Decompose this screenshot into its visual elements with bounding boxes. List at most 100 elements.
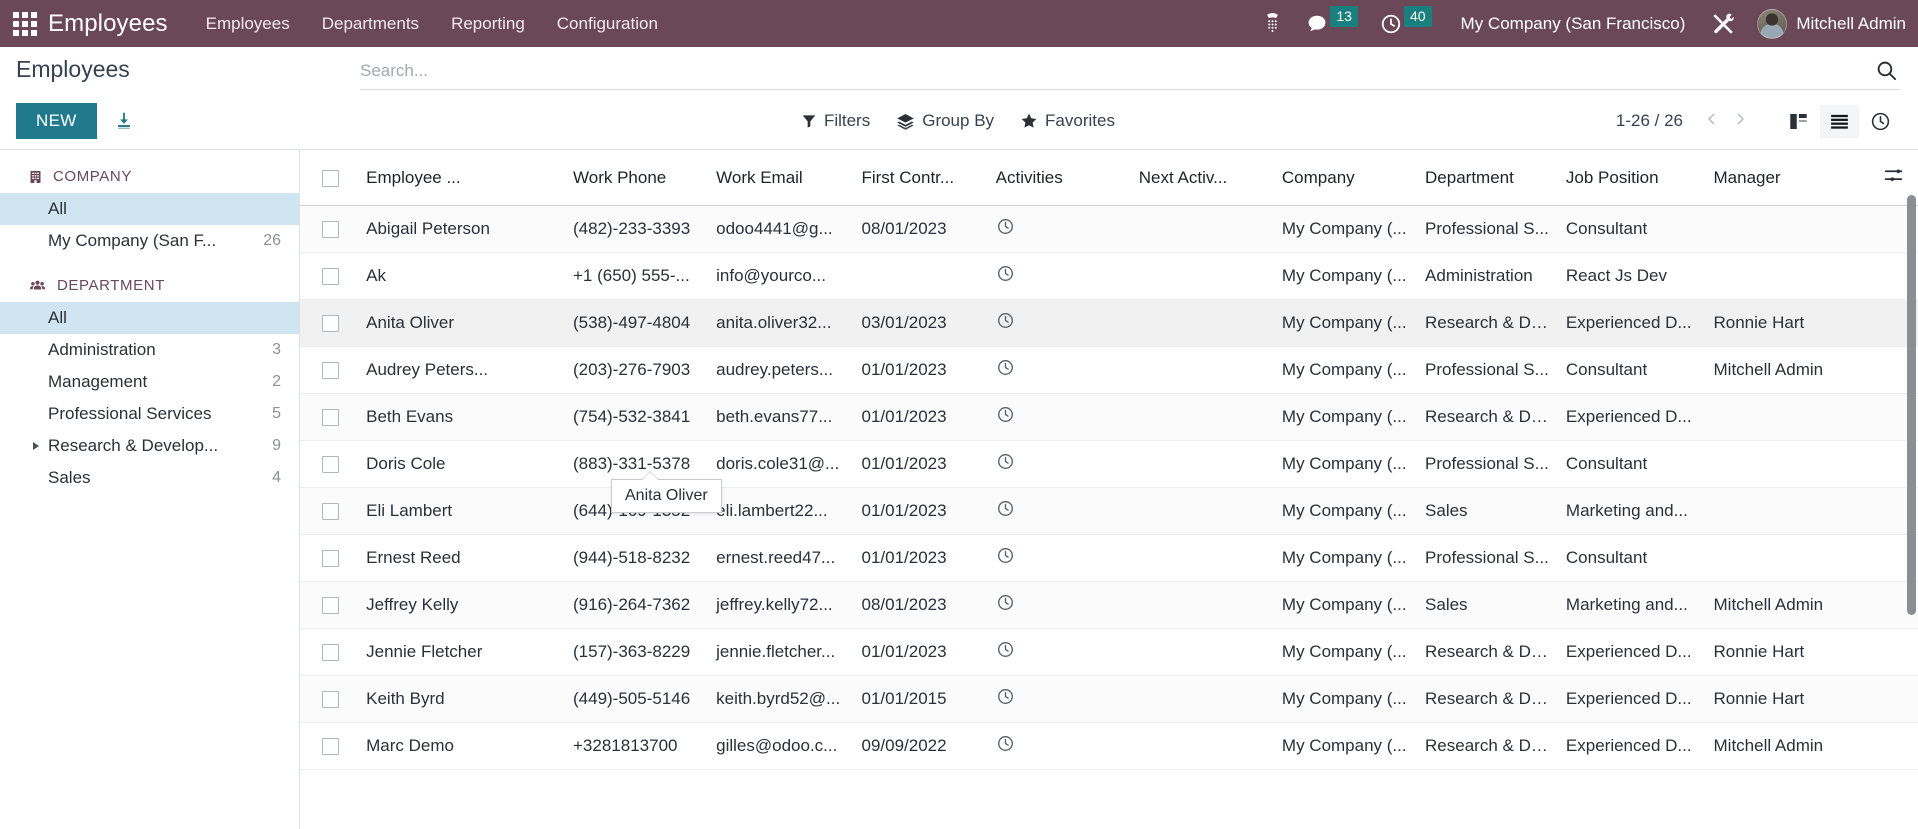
cell-manager[interactable]: Ronnie Hart — [1705, 628, 1874, 676]
cell-job-position[interactable]: Experienced D... — [1557, 393, 1706, 441]
table-row[interactable]: Audrey Peters... (203)-276-7903 audrey.pet… — [300, 346, 1918, 394]
cell-department[interactable]: Research & De... — [1417, 393, 1558, 441]
cell-company[interactable]: My Company (... — [1273, 440, 1418, 488]
row-checkbox[interactable] — [322, 644, 339, 662]
table-row[interactable]: Anita Oliver (538)-497-4804 anita.oliver32… — [300, 299, 1918, 347]
search-input[interactable] — [360, 60, 1865, 81]
cell-company[interactable]: My Company (... — [1273, 628, 1418, 676]
cell-activities[interactable] — [987, 346, 1131, 394]
vertical-scrollbar-thumb[interactable] — [1907, 195, 1916, 615]
cell-work-email[interactable]: anita.oliver32... — [708, 299, 854, 347]
sidebar-item-department-sales[interactable]: Sales 4 — [0, 462, 299, 494]
cell-manager[interactable]: Ronnie Hart — [1705, 675, 1874, 723]
activity-clock-icon[interactable] — [996, 546, 1015, 565]
cell-employee-name[interactable]: Abigail Peterson — [358, 205, 565, 253]
row-checkbox[interactable] — [322, 221, 339, 239]
cell-next-activity[interactable] — [1130, 393, 1274, 441]
cell-first-contract[interactable]: 03/01/2023 — [853, 299, 988, 347]
sidebar-item-company-all[interactable]: All — [0, 193, 299, 225]
cell-department[interactable]: Professional S... — [1417, 440, 1558, 488]
cell-work-phone[interactable]: (916)-264-7362 — [565, 581, 709, 629]
pager-next-button[interactable] — [1728, 109, 1753, 133]
cell-job-position[interactable]: Experienced D... — [1557, 299, 1706, 347]
cell-company[interactable]: My Company (... — [1273, 346, 1418, 394]
cell-work-phone[interactable]: (944)-518-8232 — [565, 534, 709, 582]
cell-first-contract[interactable]: 01/01/2023 — [853, 628, 988, 676]
cell-work-phone[interactable]: (157)-363-8229 — [565, 628, 709, 676]
cell-company[interactable]: My Company (... — [1273, 675, 1418, 723]
cell-next-activity[interactable] — [1130, 675, 1274, 723]
cell-next-activity[interactable] — [1130, 628, 1274, 676]
sidebar-item-department-all[interactable]: All — [0, 302, 299, 334]
select-all-checkbox[interactable] — [322, 170, 339, 188]
cell-department[interactable]: Professional S... — [1417, 534, 1558, 582]
cell-job-position[interactable]: Marketing and... — [1557, 487, 1706, 535]
cell-company[interactable]: My Company (... — [1273, 534, 1418, 582]
cell-next-activity[interactable] — [1130, 440, 1274, 488]
cell-work-phone[interactable]: +3281813700 — [565, 722, 709, 770]
cell-manager[interactable] — [1705, 393, 1874, 441]
cell-employee-name[interactable]: Jennie Fletcher — [358, 628, 565, 676]
cell-next-activity[interactable] — [1130, 581, 1274, 629]
row-checkbox[interactable] — [322, 315, 339, 333]
cell-activities[interactable] — [987, 534, 1131, 582]
cell-company[interactable]: My Company (... — [1273, 299, 1418, 347]
cell-department[interactable]: Research & De... — [1417, 299, 1558, 347]
cell-work-email[interactable]: keith.byrd52@... — [708, 675, 854, 723]
cell-job-position[interactable]: Marketing and... — [1557, 581, 1706, 629]
cell-employee-name[interactable]: Eli Lambert — [358, 487, 565, 535]
activity-clock-icon[interactable] — [996, 217, 1015, 236]
column-header-work-email[interactable]: Work Email — [708, 150, 854, 206]
view-switch-kanban[interactable] — [1779, 105, 1818, 138]
cell-work-phone[interactable]: (203)-276-7903 — [565, 346, 709, 394]
cell-manager[interactable] — [1705, 205, 1874, 253]
cell-activities[interactable] — [987, 393, 1131, 441]
cell-employee-name[interactable]: Marc Demo — [358, 722, 565, 770]
sidebar-item-department-administration[interactable]: Administration 3 — [0, 334, 299, 366]
cell-activities[interactable] — [987, 628, 1131, 676]
cell-activities[interactable] — [987, 581, 1131, 629]
cell-next-activity[interactable] — [1130, 205, 1274, 253]
cell-work-phone[interactable]: (449)-505-5146 — [565, 675, 709, 723]
cell-first-contract[interactable]: 09/09/2022 — [853, 722, 988, 770]
cell-work-email[interactable]: ernest.reed47... — [708, 534, 854, 582]
cell-next-activity[interactable] — [1130, 534, 1274, 582]
searchview[interactable] — [360, 57, 1900, 90]
cell-department[interactable]: Research & De... — [1417, 722, 1558, 770]
row-checkbox[interactable] — [322, 409, 339, 427]
cell-manager[interactable] — [1705, 487, 1874, 535]
table-row[interactable]: Doris Cole (883)-331-5378 doris.cole31@...… — [300, 440, 1918, 488]
cell-first-contract[interactable]: 01/01/2023 — [853, 487, 988, 535]
cell-company[interactable]: My Company (... — [1273, 393, 1418, 441]
table-row[interactable]: Ak +1 (650) 555-... info@yourco... My Compa… — [300, 252, 1918, 300]
table-row[interactable]: Abigail Peterson (482)-233-3393 odoo4441@g… — [300, 205, 1918, 253]
cell-work-email[interactable]: info@yourco... — [708, 252, 854, 300]
vertical-scrollbar-track[interactable] — [1905, 150, 1918, 829]
sidebar-item-department-management[interactable]: Management 2 — [0, 366, 299, 398]
activity-clock-icon[interactable] — [996, 405, 1015, 424]
activity-clock-icon[interactable] — [996, 499, 1015, 518]
column-header-work-phone[interactable]: Work Phone — [565, 150, 709, 206]
cell-manager[interactable] — [1705, 252, 1874, 300]
cell-department[interactable]: Research & De... — [1417, 675, 1558, 723]
sidebar-item-company-my-company[interactable]: My Company (San F... 26 — [0, 225, 299, 257]
cell-first-contract[interactable]: 08/01/2023 — [853, 581, 988, 629]
cell-activities[interactable] — [987, 440, 1131, 488]
cell-company[interactable]: My Company (... — [1273, 487, 1418, 535]
cell-job-position[interactable]: Experienced D... — [1557, 675, 1706, 723]
table-row[interactable]: Jeffrey Kelly (916)-264-7362 jeffrey.kelly… — [300, 581, 1918, 629]
cell-company[interactable]: My Company (... — [1273, 205, 1418, 253]
cell-work-email[interactable]: eli.lambert22... — [708, 487, 854, 535]
cell-work-email[interactable]: doris.cole31@... — [708, 440, 854, 488]
cell-first-contract[interactable]: 01/01/2023 — [853, 534, 988, 582]
cell-job-position[interactable]: Consultant — [1557, 346, 1706, 394]
cell-department[interactable]: Administration — [1417, 252, 1558, 300]
cell-work-email[interactable]: beth.evans77... — [708, 393, 854, 441]
cell-job-position[interactable]: Experienced D... — [1557, 628, 1706, 676]
cell-employee-name[interactable]: Keith Byrd — [358, 675, 565, 723]
app-brand-title[interactable]: Employees — [48, 10, 168, 38]
column-header-employee-name[interactable]: Employee ... — [358, 150, 565, 206]
messages-systray[interactable]: 13 — [1306, 6, 1358, 35]
cell-work-email[interactable]: jeffrey.kelly72... — [708, 581, 854, 629]
cell-next-activity[interactable] — [1130, 299, 1274, 347]
